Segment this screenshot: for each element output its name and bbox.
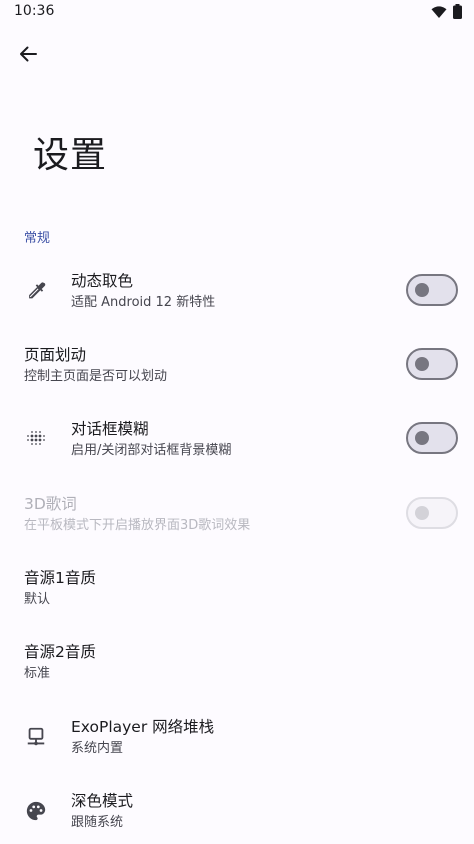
setting-subtitle: 标准 [24,666,51,681]
setting-title: 深色模式 [71,792,134,810]
settings-screen: 10:36 设置 常规 动态取色 适配 Android 12 新特性 页面划动 … [0,0,474,844]
setting-subtitle: 在平板模式下开启播放界面3D歌词效果 [24,518,251,533]
setting-3d-lyrics: 3D歌词 在平板模式下开启播放界面3D歌词效果 [0,493,474,567]
setting-subtitle: 启用/关闭部对话框背景模糊 [71,443,232,458]
blur-icon [24,426,48,450]
setting-title: ExoPlayer 网络堆栈 [71,718,215,736]
setting-title: 音源2音质 [24,643,96,661]
page-title: 设置 [33,135,108,176]
switch-thumb [415,357,429,371]
setting-dialog-blur[interactable]: 对话框模糊 启用/关闭部对话框背景模糊 [0,418,474,492]
setting-subtitle: 默认 [24,592,51,607]
setting-source2-quality[interactable]: 音源2音质 标准 [0,641,474,715]
section-header-general: 常规 [24,231,51,246]
3d-lyrics-switch [406,497,458,529]
wifi-icon [431,4,447,23]
dialog-blur-switch[interactable] [406,422,458,454]
setting-dark-mode[interactable]: 深色模式 跟随系统 [0,790,474,844]
setting-title: 页面划动 [24,346,87,364]
setting-subtitle: 控制主页面是否可以划动 [24,369,168,384]
arrow-back-icon [18,44,38,68]
setting-page-swipe[interactable]: 页面划动 控制主页面是否可以划动 [0,344,474,418]
setting-title: 动态取色 [71,272,134,290]
eyedropper-icon [24,279,48,303]
setting-exoplayer-network[interactable]: ExoPlayer 网络堆栈 系统内置 [0,716,474,790]
switch-thumb [415,431,429,445]
setting-source1-quality[interactable]: 音源1音质 默认 [0,567,474,641]
status-icons [431,4,462,23]
page-swipe-switch[interactable] [406,348,458,380]
setting-subtitle: 系统内置 [71,741,124,756]
switch-thumb [415,506,429,520]
status-bar: 10:36 [0,0,474,26]
back-button[interactable] [10,38,46,74]
setting-dynamic-color[interactable]: 动态取色 适配 Android 12 新特性 [0,270,474,344]
switch-thumb [415,283,429,297]
setting-subtitle: 适配 Android 12 新特性 [71,295,216,310]
status-time: 10:36 [14,3,55,19]
network-icon [24,725,48,749]
setting-title: 3D歌词 [24,495,77,513]
setting-subtitle: 跟随系统 [71,815,124,830]
battery-icon [453,4,462,23]
dynamic-color-switch[interactable] [406,274,458,306]
palette-icon [24,799,48,823]
setting-title: 对话框模糊 [71,420,149,438]
setting-title: 音源1音质 [24,569,96,587]
